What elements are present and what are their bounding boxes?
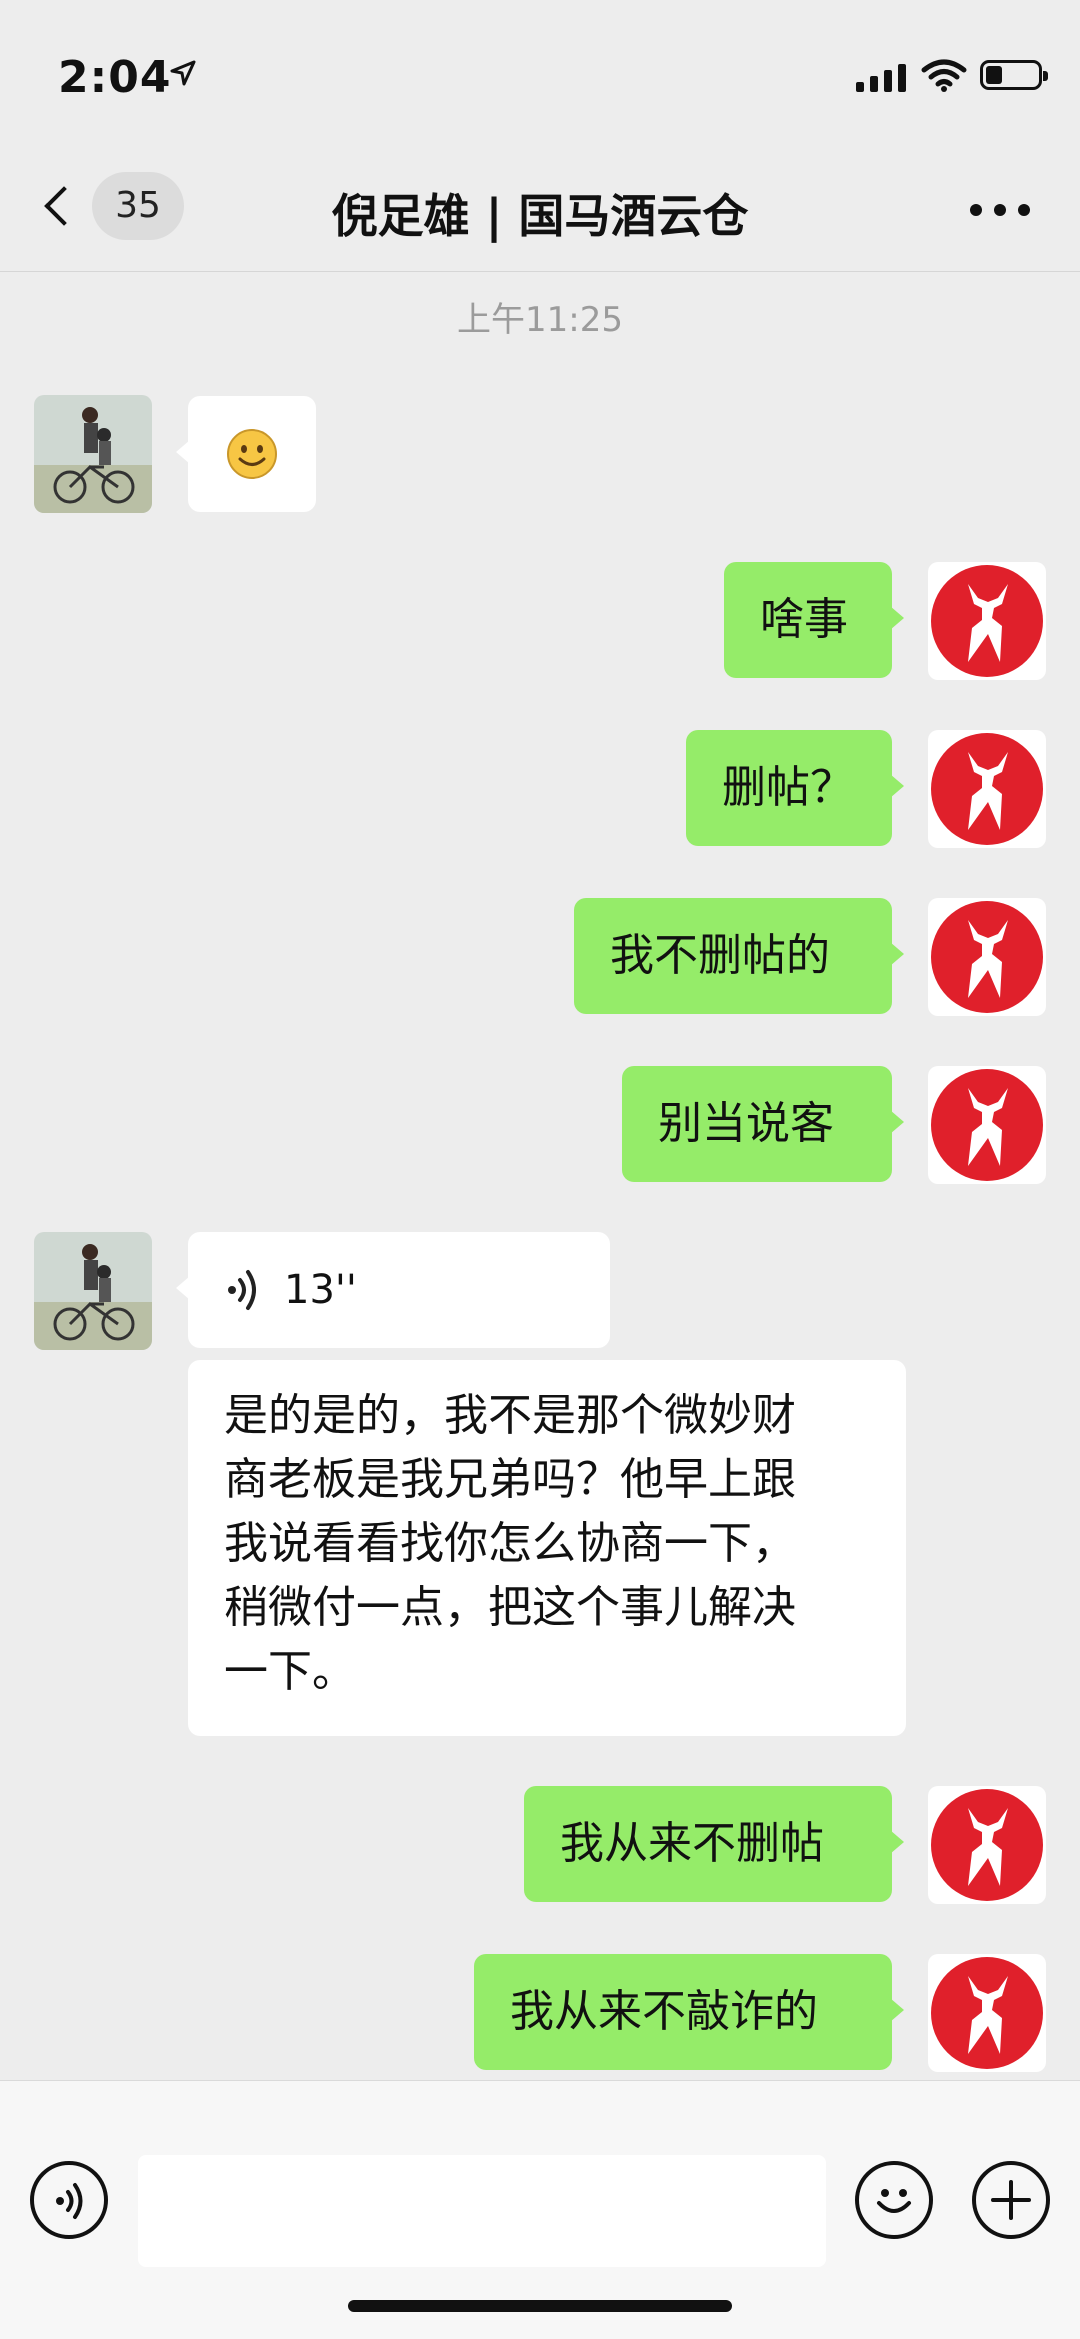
message-timestamp: 上午11:25 bbox=[457, 300, 623, 340]
my-avatar[interactable] bbox=[928, 562, 1046, 680]
status-bar: 2:04 bbox=[0, 0, 1080, 150]
smiley-icon bbox=[877, 2189, 911, 2213]
chat-title: 倪足雄 | 国马酒云仓 bbox=[331, 189, 749, 243]
signal-icon bbox=[856, 62, 906, 92]
message-bubble[interactable]: 删帖？ bbox=[686, 730, 904, 846]
voice-transcript[interactable]: 是的是的，我不是那个微妙财 商老板是我兄弟吗？他早上跟 我说看看找你怎么协商一下… bbox=[188, 1360, 906, 1736]
voice-input-button[interactable] bbox=[30, 2161, 108, 2239]
more-dots-icon bbox=[970, 204, 982, 216]
status-time: 2:04 bbox=[58, 52, 172, 103]
chat-screen: 2:04 35 倪足雄 | 国马酒云仓 上午11:25 啥事 删帖？ 我不删帖的… bbox=[0, 0, 1080, 2339]
my-avatar[interactable] bbox=[928, 1954, 1046, 2072]
wifi-icon bbox=[921, 59, 967, 92]
contact-avatar[interactable] bbox=[34, 395, 152, 513]
my-avatar[interactable] bbox=[928, 1786, 1046, 1904]
message-bubble[interactable]: 我从来不敲诈的 bbox=[474, 1954, 904, 2070]
emoji-button[interactable] bbox=[855, 2161, 933, 2239]
my-avatar[interactable] bbox=[928, 730, 1046, 848]
message-bubble[interactable]: 别当说客 bbox=[622, 1066, 904, 1182]
my-avatar[interactable] bbox=[928, 898, 1046, 1016]
message-bubble-emoji[interactable] bbox=[176, 396, 316, 512]
voice-wave-icon bbox=[228, 1270, 256, 1310]
message-list[interactable]: 上午11:25 啥事 删帖？ 我不删帖的 别当说客 13'' 是的是的，我不是那… bbox=[0, 272, 1080, 2080]
message-bubble[interactable]: 我不删帖的 bbox=[574, 898, 904, 1014]
smile-emoji-icon bbox=[227, 429, 277, 479]
more-button[interactable] bbox=[970, 204, 1030, 218]
voice-duration: 13'' bbox=[284, 1267, 357, 1313]
home-indicator bbox=[348, 2300, 732, 2312]
voice-icon bbox=[56, 2183, 83, 2219]
plus-icon bbox=[991, 2180, 1031, 2220]
location-arrow-icon bbox=[170, 60, 196, 86]
message-bubble[interactable]: 我从来不删帖 bbox=[524, 1786, 904, 1902]
battery-icon bbox=[980, 60, 1048, 90]
my-avatar[interactable] bbox=[928, 1066, 1046, 1184]
more-functions-button[interactable] bbox=[972, 2161, 1050, 2239]
voice-message-bubble[interactable]: 13'' bbox=[176, 1232, 610, 1348]
message-input[interactable] bbox=[138, 2155, 826, 2267]
contact-avatar[interactable] bbox=[34, 1232, 152, 1350]
nav-bar: 35 倪足雄 | 国马酒云仓 bbox=[0, 150, 1080, 272]
message-bubble[interactable]: 啥事 bbox=[724, 562, 904, 678]
